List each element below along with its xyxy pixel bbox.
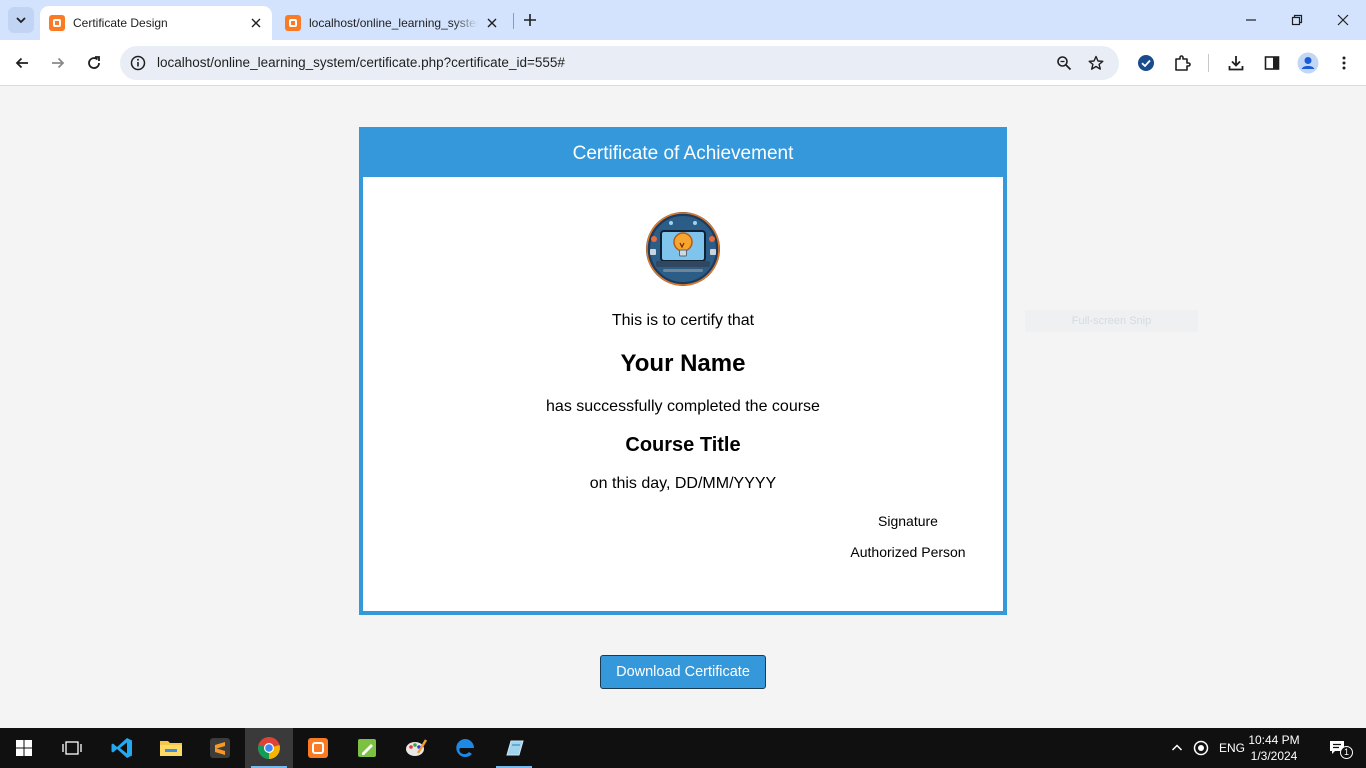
back-arrow-icon: [15, 57, 28, 69]
lightbulb-laptop-logo-icon: [646, 212, 720, 286]
clock-date: 1/3/2024: [1250, 749, 1298, 763]
sublime-taskbar-button[interactable]: [196, 728, 244, 768]
minimize-button[interactable]: [1228, 0, 1274, 40]
clock[interactable]: 10:44 PM 1/3/2024: [1244, 732, 1304, 764]
file-explorer-taskbar-button[interactable]: [147, 728, 195, 768]
signature-label: Signature: [878, 513, 938, 529]
completed-text: has successfully completed the course: [546, 398, 820, 415]
close-tab-icon[interactable]: [482, 13, 502, 33]
tab-certificate-design[interactable]: Certificate Design: [40, 6, 272, 40]
tab-title: localhost/online_learning_system/certifi…: [309, 16, 478, 30]
back-button[interactable]: [8, 49, 36, 77]
sublime-text-icon: [210, 738, 230, 758]
notifications-button[interactable]: 1: [1318, 728, 1358, 768]
forward-button[interactable]: [44, 49, 72, 77]
notepad-taskbar-button[interactable]: [343, 728, 391, 768]
edge-icon: [456, 739, 474, 757]
close-icon: [1337, 14, 1349, 26]
recipient-name: Your Name: [620, 350, 746, 377]
snip-overlay: Full-screen Snip: [1025, 310, 1198, 332]
chrome-taskbar-button[interactable]: [245, 728, 293, 768]
date-text: on this day, DD/MM/YYYY: [589, 475, 777, 492]
close-tab-icon[interactable]: [246, 13, 266, 33]
paint-icon: [406, 739, 428, 756]
check-circle-icon: [1138, 55, 1154, 71]
extension-check-button[interactable]: [1132, 49, 1160, 77]
folder-icon: [160, 741, 182, 756]
chevron-down-icon: [16, 17, 26, 24]
reload-button[interactable]: [80, 49, 108, 77]
clock-time: 10:44 PM: [1248, 733, 1300, 747]
zoom-icon[interactable]: [1054, 53, 1074, 73]
notification-count: 1: [1340, 746, 1353, 759]
download-certificate-button[interactable]: Download Certificate: [600, 655, 766, 689]
record-icon: [1193, 740, 1209, 756]
side-panel-button[interactable]: [1258, 49, 1286, 77]
more-vertical-icon: [1342, 56, 1346, 70]
restore-button[interactable]: [1274, 0, 1320, 40]
signature-block: Signature Authorized Person: [833, 513, 983, 560]
vscode-icon: [111, 738, 132, 758]
tab-localhost[interactable]: localhost/online_learning_system/certifi…: [276, 6, 508, 40]
windows-taskbar: ENG 10:44 PM 1/3/2024 1: [0, 728, 1366, 768]
course-title: Course Title: [625, 434, 741, 456]
vscode-taskbar-button[interactable]: [98, 728, 146, 768]
minimize-icon: [1246, 19, 1256, 21]
tab-search-button[interactable]: [8, 7, 34, 33]
chevron-up-icon: [1171, 744, 1183, 751]
reload-icon: [88, 56, 100, 69]
xampp-favicon-icon: [285, 15, 301, 31]
download-icon: [1228, 56, 1244, 71]
page-content: Certificate of Achievement This is to ce…: [0, 87, 1366, 728]
network-tray-button[interactable]: [1189, 728, 1213, 768]
tab-separator: [513, 13, 514, 29]
extensions-button[interactable]: [1168, 49, 1196, 77]
xampp-taskbar-button[interactable]: [294, 728, 342, 768]
authorized-person-label: Authorized Person: [850, 544, 966, 560]
bookmark-star-icon[interactable]: [1086, 53, 1106, 73]
puzzle-icon: [1175, 55, 1191, 71]
xampp-favicon-icon: [49, 15, 65, 31]
url-text[interactable]: localhost/online_learning_system/certifi…: [157, 55, 565, 70]
new-tab-button[interactable]: [519, 9, 541, 31]
downloads-button[interactable]: [1222, 49, 1250, 77]
certificate-header: Certificate of Achievement: [359, 127, 1007, 177]
windows-logo-icon: [16, 740, 32, 756]
certify-text: This is to certify that: [611, 312, 755, 329]
task-view-button[interactable]: [48, 728, 96, 768]
snipping-tool-icon: [506, 740, 524, 756]
site-info-icon[interactable]: [128, 53, 148, 73]
certificate-card: Certificate of Achievement This is to ce…: [359, 127, 1007, 615]
close-window-button[interactable]: [1320, 0, 1366, 40]
menu-button[interactable]: [1330, 49, 1358, 77]
notepad-icon: [358, 739, 376, 757]
forward-arrow-icon: [52, 57, 65, 69]
chrome-icon: [258, 737, 280, 759]
xampp-icon: [308, 738, 328, 758]
task-view-icon: [62, 741, 82, 755]
tab-title: Certificate Design: [73, 16, 168, 30]
paint-taskbar-button[interactable]: [392, 728, 440, 768]
show-hidden-icons-button[interactable]: [1165, 728, 1189, 768]
browser-toolbar: localhost/online_learning_system/certifi…: [0, 40, 1366, 86]
address-bar[interactable]: localhost/online_learning_system/certifi…: [120, 46, 1119, 80]
plus-icon: [524, 14, 536, 26]
snipping-tool-taskbar-button[interactable]: [490, 728, 538, 768]
profile-avatar-icon: [1297, 52, 1319, 74]
profile-button[interactable]: [1294, 49, 1322, 77]
browser-tab-strip: Certificate Design localhost/online_lear…: [0, 0, 1366, 40]
edge-taskbar-button[interactable]: [441, 728, 489, 768]
toolbar-divider: [1208, 54, 1209, 72]
side-panel-icon: [1264, 56, 1280, 70]
restore-icon: [1291, 14, 1303, 26]
language-indicator[interactable]: ENG: [1219, 741, 1245, 755]
start-button[interactable]: [0, 728, 48, 768]
